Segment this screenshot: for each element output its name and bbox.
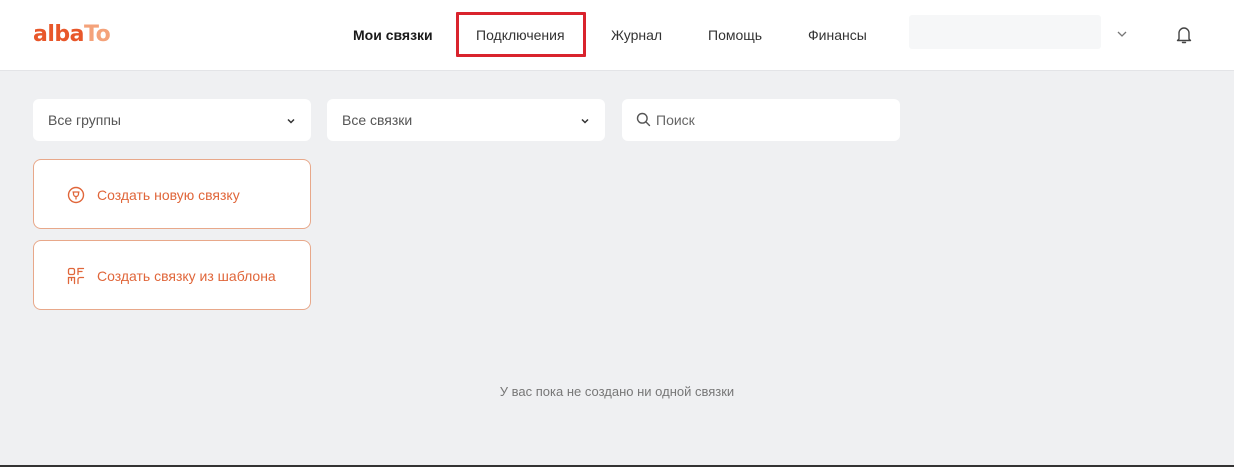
chevron-down-icon: [581, 118, 589, 124]
empty-state-message: У вас пока не создано ни одной связки: [499, 384, 735, 399]
bundles-select[interactable]: Все связки: [327, 99, 605, 141]
account-selector[interactable]: [909, 15, 1101, 49]
create-from-template-button[interactable]: Создать связку из шаблона: [33, 240, 311, 310]
search-icon: [636, 112, 651, 127]
chevron-down-icon[interactable]: [1116, 28, 1128, 40]
connections-highlight-box: [456, 12, 586, 57]
create-new-bundle-button[interactable]: Создать новую связку: [33, 159, 311, 229]
plug-icon: [67, 186, 85, 204]
groups-select[interactable]: Все группы: [33, 99, 311, 141]
albato-logo[interactable]: albaTo: [33, 22, 111, 47]
chevron-down-icon: [287, 118, 295, 124]
bell-icon[interactable]: [1175, 25, 1193, 45]
search-box[interactable]: [622, 99, 900, 141]
top-header: albaTo Мои связки Подключения Журнал Пом…: [0, 0, 1234, 71]
template-icon: [67, 267, 85, 285]
nav-finances[interactable]: Финансы: [808, 27, 867, 43]
bundles-select-value: Все связки: [342, 112, 413, 128]
create-from-template-label: Создать связку из шаблона: [97, 268, 276, 284]
groups-select-value: Все группы: [48, 112, 121, 128]
nav-help[interactable]: Помощь: [708, 27, 762, 43]
nav-journal[interactable]: Журнал: [611, 27, 662, 43]
nav-my-bundles[interactable]: Мои связки: [353, 27, 433, 43]
create-new-bundle-label: Создать новую связку: [97, 187, 240, 203]
search-input[interactable]: [656, 108, 886, 132]
